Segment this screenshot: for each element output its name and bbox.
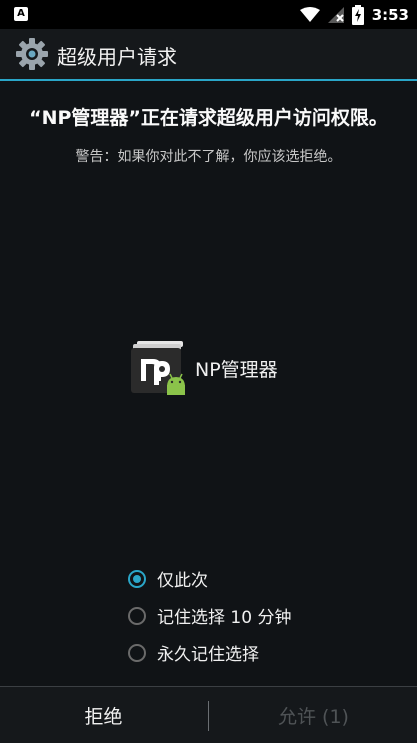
battery-charging-icon	[351, 5, 364, 25]
button-divider	[208, 701, 209, 731]
radio-button[interactable]	[128, 606, 146, 625]
radio-button[interactable]	[128, 643, 146, 662]
wifi-icon	[299, 7, 320, 22]
button-bar: 拒绝 允许 (1)	[0, 686, 417, 743]
option-label: 记住选择 10 分钟	[157, 608, 292, 628]
option-label: 永久记住选择	[157, 645, 259, 665]
option-remember-forever[interactable]: 永久记住选择	[128, 634, 291, 671]
option-once[interactable]: 仅此次	[128, 560, 291, 597]
clock: 3:53	[371, 6, 409, 24]
gear-icon	[16, 38, 48, 70]
option-remember-10-min[interactable]: 记住选择 10 分钟	[128, 597, 291, 634]
signal-no-sim-icon	[327, 7, 344, 23]
radio-button-checked[interactable]	[128, 569, 146, 588]
deny-button[interactable]: 拒绝	[0, 687, 207, 743]
title-bar: 超级用户请求	[0, 29, 417, 81]
option-label: 仅此次	[157, 571, 208, 591]
status-bar: A 3:53	[0, 0, 417, 29]
app-name: NP管理器	[195, 358, 278, 381]
np-manager-app-icon	[131, 341, 185, 395]
font-notification-icon: A	[14, 7, 28, 21]
request-title: “NP管理器”正在请求超级用户访问权限。	[29, 107, 388, 129]
requesting-app: NP管理器	[131, 341, 278, 395]
dialog-title: 超级用户请求	[57, 45, 177, 69]
status-icons: 3:53	[299, 4, 409, 26]
request-warning: 警告：如果你对此不了解，你应该选拒绝。	[75, 149, 342, 165]
allow-button[interactable]: 允许 (1)	[210, 687, 417, 743]
remember-options: 仅此次 记住选择 10 分钟 永久记住选择	[128, 560, 291, 671]
